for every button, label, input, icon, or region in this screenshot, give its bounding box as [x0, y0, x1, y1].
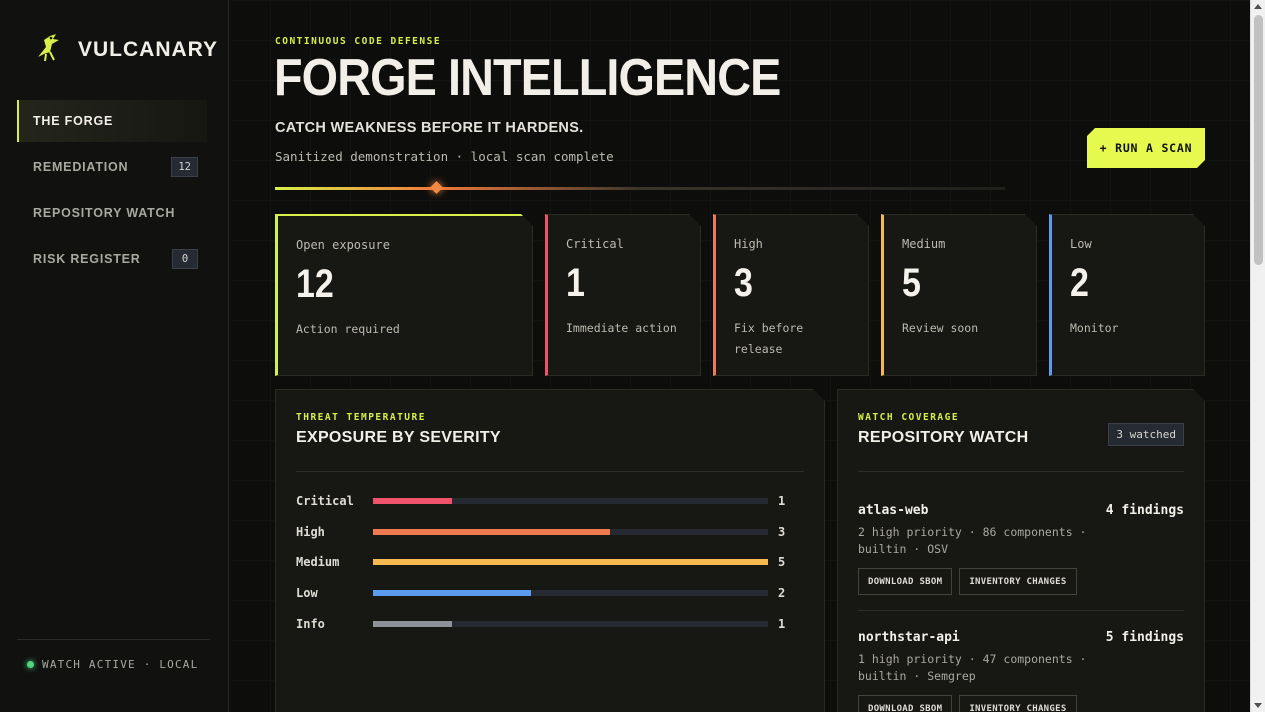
severity-count: 3 — [778, 525, 786, 539]
sidebar-item-remediation[interactable]: REMEDIATION 12 — [17, 146, 207, 188]
severity-row-high: High 3 — [296, 524, 786, 540]
stat-value: 1 — [566, 261, 585, 305]
header-eyebrow: CONTINUOUS CODE DEFENSE — [275, 36, 442, 47]
scan-progress-bar — [275, 181, 1005, 194]
stat-label: Low — [1070, 237, 1092, 251]
severity-panel: THREAT TEMPERATURE EXPOSURE BY SEVERITY … — [275, 389, 825, 712]
download-sbom-button[interactable]: DOWNLOAD SBOM — [858, 695, 952, 712]
severity-bar-track — [373, 529, 768, 535]
severity-name: Low — [296, 586, 318, 600]
stat-value: 2 — [1070, 261, 1089, 305]
repository-watch-panel: WATCH COVERAGE REPOSITORY WATCH 3 watche… — [837, 389, 1205, 712]
stat-card-medium[interactable]: Medium 5 Review soon — [881, 214, 1037, 376]
panel-eyebrow: THREAT TEMPERATURE — [296, 412, 426, 423]
repo-findings: 4 findings — [1105, 503, 1184, 518]
repo-item-atlas-web: atlas-web 4 findings 2 high priority · 8… — [858, 503, 1184, 595]
repo-name[interactable]: northstar-api — [858, 630, 960, 645]
severity-name: Info — [296, 617, 325, 631]
repo-findings: 5 findings — [1105, 630, 1184, 645]
sidebar-item-label: RISK REGISTER — [33, 252, 141, 266]
brand[interactable]: VULCANARY — [32, 30, 218, 69]
stat-value: 12 — [296, 262, 334, 306]
page-title: FORGE INTELLIGENCE — [274, 49, 781, 107]
divider — [858, 471, 1184, 472]
severity-bar-fill — [373, 590, 531, 596]
severity-name: High — [296, 525, 325, 539]
severity-bar-track — [373, 498, 768, 504]
watch-status: WATCH ACTIVE · LOCAL — [17, 639, 210, 671]
severity-count: 2 — [778, 586, 786, 600]
severity-name: Critical — [296, 494, 354, 508]
page-scrollbar[interactable] — [1250, 0, 1265, 712]
sidebar: VULCANARY THE FORGE REMEDIATION 12 REPOS… — [0, 0, 229, 712]
panel-eyebrow: WATCH COVERAGE — [858, 412, 960, 423]
sidebar-item-label: REMEDIATION — [33, 160, 129, 174]
brand-name: VULCANARY — [78, 37, 219, 61]
severity-count: 5 — [778, 555, 786, 569]
repo-meta: 2 high priority · 86 components · builti… — [858, 525, 1087, 556]
repo-item-northstar-api: northstar-api 5 findings 1 high priority… — [858, 630, 1184, 712]
status-dot-icon — [27, 661, 34, 668]
download-sbom-button[interactable]: DOWNLOAD SBOM — [858, 568, 952, 595]
inventory-changes-button[interactable]: INVENTORY CHANGES — [959, 695, 1076, 712]
stat-note: Fix before release — [734, 321, 804, 356]
stat-note: Monitor — [1070, 321, 1119, 335]
stat-card-low[interactable]: Low 2 Monitor — [1049, 214, 1205, 376]
count-badge: 0 — [172, 249, 198, 269]
sidebar-item-the-forge[interactable]: THE FORGE — [17, 100, 207, 142]
stat-note: Action required — [296, 322, 400, 336]
severity-row-low: Low 2 — [296, 585, 786, 601]
sidebar-item-risk-register[interactable]: RISK REGISTER 0 — [17, 238, 207, 280]
page-tagline: CATCH WEAKNESS BEFORE IT HARDENS. — [275, 120, 584, 136]
divider — [296, 471, 804, 472]
severity-count: 1 — [778, 617, 786, 631]
severity-bar-fill — [373, 621, 452, 627]
stat-note: Immediate action — [566, 321, 677, 335]
severity-name: Medium — [296, 555, 340, 569]
stat-note: Review soon — [902, 321, 979, 335]
severity-bar-track — [373, 590, 768, 596]
sidebar-item-label: REPOSITORY WATCH — [33, 206, 176, 220]
stat-label: Medium — [902, 237, 946, 251]
canary-bird-icon — [32, 30, 66, 69]
stat-label: Critical — [566, 237, 624, 251]
main-content: CONTINUOUS CODE DEFENSE FORGE INTELLIGEN… — [230, 0, 1250, 712]
divider — [858, 610, 1184, 611]
repo-name[interactable]: atlas-web — [858, 503, 928, 518]
severity-bar-fill — [373, 559, 768, 565]
scroll-up-icon[interactable] — [1254, 4, 1262, 9]
watch-status-text: WATCH ACTIVE · LOCAL — [42, 658, 199, 671]
run-scan-button[interactable]: + RUN A SCAN — [1087, 128, 1205, 168]
stat-label: Open exposure — [296, 238, 390, 252]
repo-meta: 1 high priority · 47 components · builti… — [858, 652, 1087, 683]
sidebar-item-label: THE FORGE — [33, 114, 114, 128]
severity-row-critical: Critical 1 — [296, 493, 786, 509]
severity-count: 1 — [778, 494, 786, 508]
stat-card-high[interactable]: High 3 Fix before release — [713, 214, 869, 376]
count-badge: 12 — [171, 157, 198, 177]
panel-title: EXPOSURE BY SEVERITY — [296, 429, 501, 446]
severity-bar-fill — [373, 498, 452, 504]
scroll-thumb[interactable] — [1254, 15, 1263, 265]
sidebar-item-repository-watch[interactable]: REPOSITORY WATCH — [17, 192, 207, 234]
severity-row-info: Info 1 — [296, 616, 786, 632]
inventory-changes-button[interactable]: INVENTORY CHANGES — [959, 568, 1076, 595]
scroll-down-icon[interactable] — [1254, 703, 1262, 708]
stat-card-open-exposure[interactable]: Open exposure 12 Action required — [275, 214, 533, 376]
stat-value: 3 — [734, 261, 753, 305]
severity-bar-track — [373, 621, 768, 627]
severity-row-medium: Medium 5 — [296, 554, 786, 570]
severity-bar-fill — [373, 529, 610, 535]
stat-card-critical[interactable]: Critical 1 Immediate action — [545, 214, 701, 376]
stat-label: High — [734, 237, 763, 251]
stat-value: 5 — [902, 261, 921, 305]
severity-bar-track — [373, 559, 768, 565]
sidebar-nav: THE FORGE REMEDIATION 12 REPOSITORY WATC… — [17, 100, 207, 284]
progress-marker-icon — [429, 181, 443, 194]
scan-status-text: Sanitized demonstration · local scan com… — [275, 149, 614, 164]
watched-count-badge: 3 watched — [1108, 423, 1184, 446]
